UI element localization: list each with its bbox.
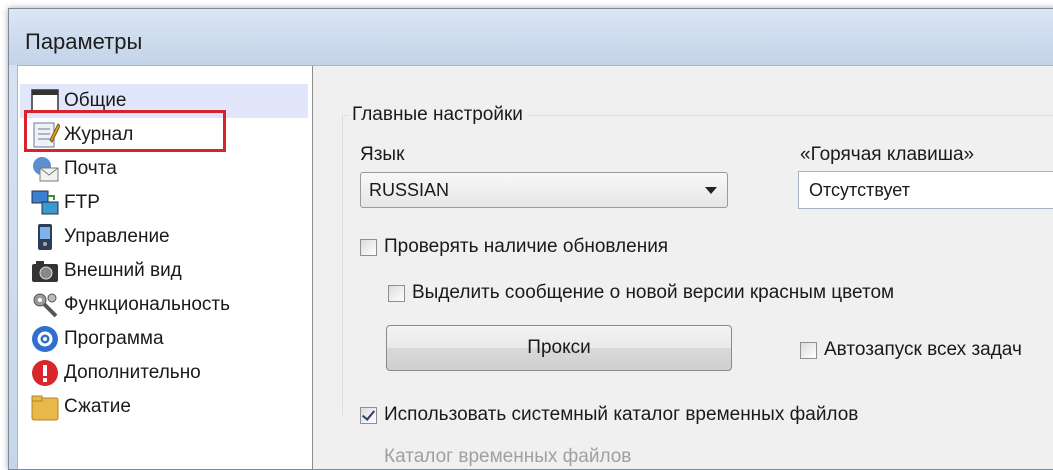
language-select[interactable]: RUSSIAN <box>360 172 728 208</box>
sidebar-item-program[interactable]: Программа <box>20 322 308 356</box>
sidebar-item-ftp[interactable]: FTP <box>20 186 308 220</box>
system-temp-checkbox[interactable] <box>360 406 377 424</box>
hotkey-value: Отсутствует <box>809 179 910 200</box>
ftp-icon <box>30 188 60 218</box>
check-updates-row[interactable]: Проверять наличие обновления <box>360 236 668 258</box>
system-temp-row[interactable]: Использовать системный каталог временных… <box>360 404 858 426</box>
highlight-version-checkbox[interactable] <box>388 284 405 302</box>
hotkey-field[interactable]: Отсутствует <box>798 171 1053 209</box>
sidebar-item-label: Сжатие <box>64 396 131 417</box>
window-title: Параметры <box>25 29 143 54</box>
check-updates-label: Проверять наличие обновления <box>384 236 669 257</box>
sidebar-item-functionality[interactable]: Функциональность <box>20 288 308 322</box>
title-bar[interactable]: Параметры <box>9 9 1053 65</box>
highlight-version-label: Выделить сообщение о новой версии красны… <box>412 282 895 303</box>
sidebar-item-label: Дополнительно <box>64 362 201 383</box>
camera-icon <box>30 256 60 286</box>
sidebar-item-label: Почта <box>64 158 117 179</box>
sidebar-item-label: Внешний вид <box>64 260 182 281</box>
temp-dir-label: Каталог временных файлов <box>384 446 632 467</box>
sidebar-item-mail[interactable]: Почта <box>20 152 308 186</box>
sidebar-item-appearance[interactable]: Внешний вид <box>20 254 308 288</box>
settings-window: Параметры Общие Журнал Почта FTP Управле… <box>8 8 1053 470</box>
autostart-label: Автозапуск всех задач <box>824 339 1022 360</box>
chevron-down-icon <box>705 187 717 194</box>
sidebar-item-label: Управление <box>64 226 170 247</box>
journal-icon <box>30 120 61 150</box>
sidebar-item-label: FTP <box>64 192 100 213</box>
alert-icon <box>30 358 60 388</box>
autostart-checkbox[interactable] <box>800 341 817 359</box>
sidebar: Общие Журнал Почта FTP Управление Внешни… <box>18 66 313 469</box>
sidebar-item-advanced[interactable]: Дополнительно <box>20 356 308 390</box>
highlight-version-row[interactable]: Выделить сообщение о новой версии красны… <box>388 282 894 304</box>
gear-icon <box>30 324 60 354</box>
proxy-button-label: Прокси <box>527 337 591 358</box>
sidebar-item-label: Функциональность <box>64 294 231 315</box>
sidebar-item-general[interactable]: Общие <box>20 84 308 118</box>
mail-icon <box>30 154 60 184</box>
system-temp-label: Использовать системный каталог временных… <box>384 404 859 425</box>
sidebar-item-label: Программа <box>64 328 164 349</box>
settings-panel: Главные настройки Язык RUSSIAN «Горячая … <box>314 66 1053 469</box>
group-title: Главные настройки <box>348 104 527 126</box>
remote-icon <box>30 222 60 252</box>
tools-icon <box>30 290 60 320</box>
folder-icon <box>30 392 60 422</box>
group-border <box>342 115 343 415</box>
check-updates-checkbox[interactable] <box>360 238 377 256</box>
proxy-button[interactable]: Прокси <box>386 325 732 371</box>
language-label: Язык <box>360 144 405 165</box>
sidebar-item-journal[interactable]: Журнал <box>20 118 308 152</box>
language-value: RUSSIAN <box>369 179 450 200</box>
sidebar-item-label: Общие <box>64 90 127 111</box>
window-client: Общие Журнал Почта FTP Управление Внешни… <box>17 65 1053 469</box>
hotkey-label: «Горячая клавиша» <box>800 144 975 165</box>
sidebar-item-control[interactable]: Управление <box>20 220 308 254</box>
window-icon <box>30 86 60 116</box>
sidebar-item-compression[interactable]: Сжатие <box>20 390 308 424</box>
sidebar-item-label: Журнал <box>64 124 134 145</box>
autostart-row[interactable]: Автозапуск всех задач <box>800 339 1022 361</box>
